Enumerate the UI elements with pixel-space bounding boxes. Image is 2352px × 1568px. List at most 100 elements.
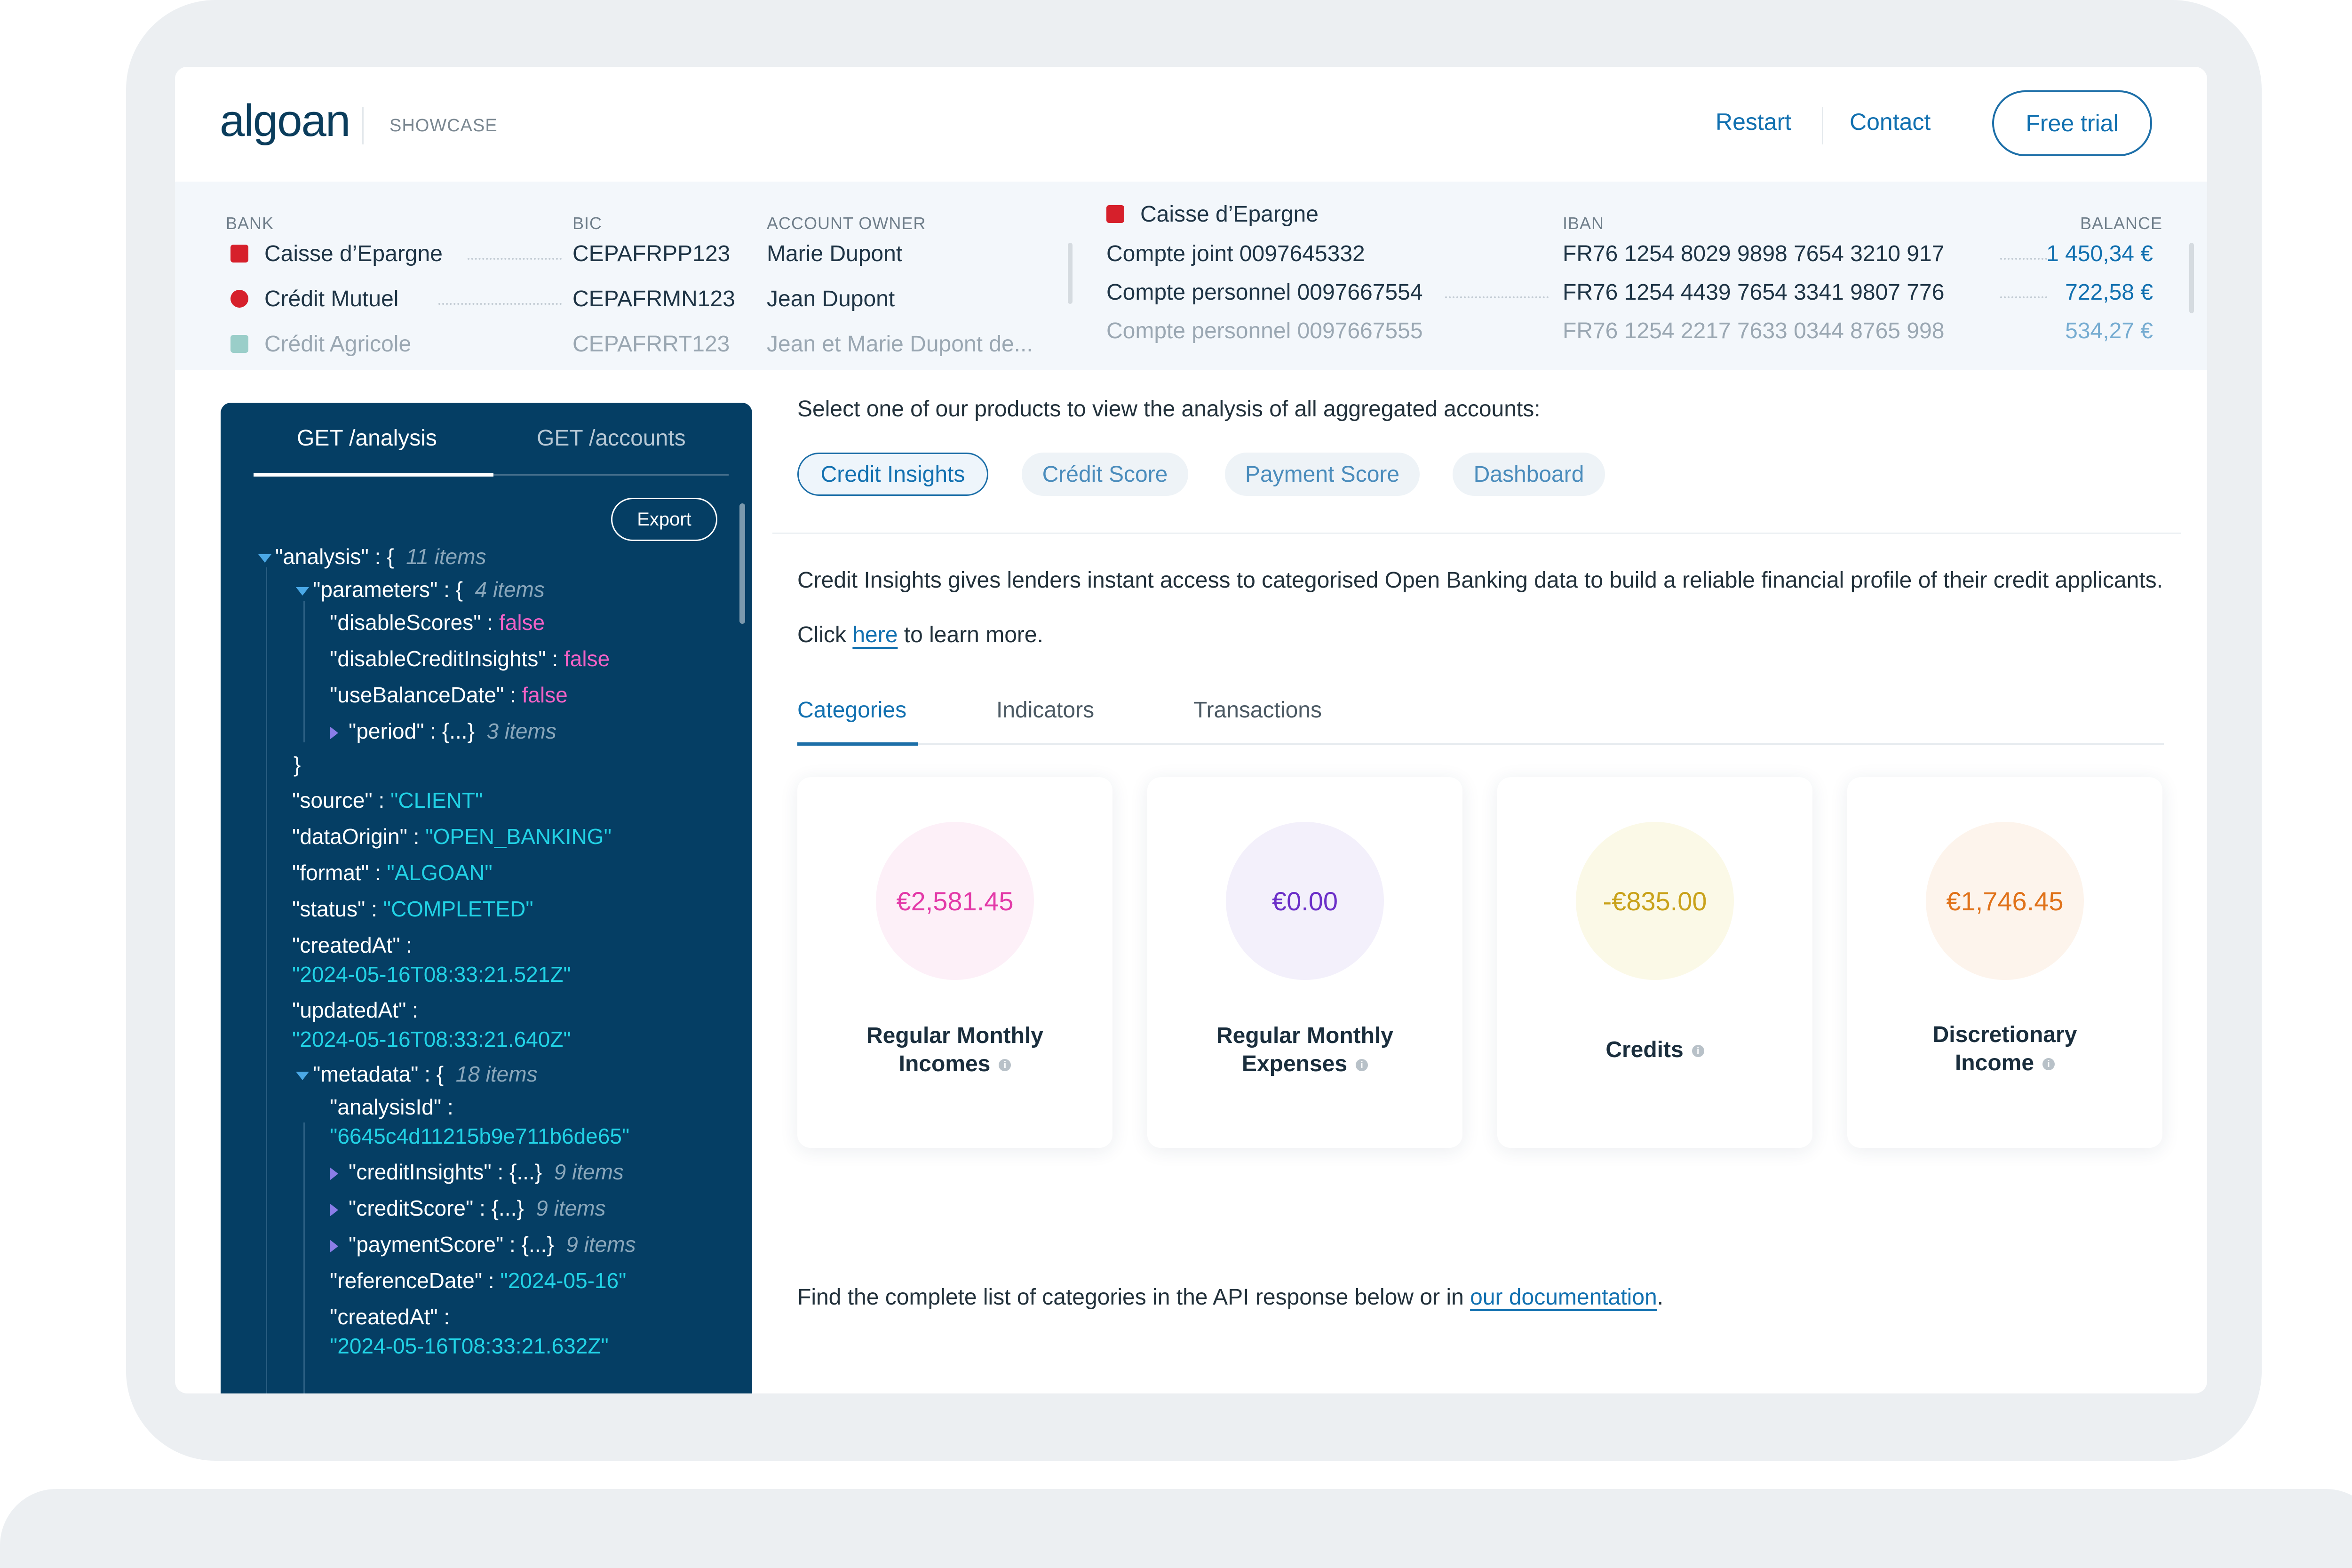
card-label: Regular Monthly Expenses i: [1147, 1022, 1462, 1078]
active-tab-indicator: [254, 473, 493, 477]
card-label-line2: Incomes: [898, 1051, 991, 1076]
category-card-discretionary[interactable]: €1,746.45 Discretionary Income i: [1847, 777, 2162, 1148]
account-name: Compte personnel 0097667555: [1106, 318, 1423, 343]
banks-scrollbar[interactable]: [1068, 243, 1073, 304]
bank-name: Crédit Mutuel: [264, 287, 399, 311]
accounts-scrollbar[interactable]: [2189, 243, 2194, 313]
json-line[interactable]: "analysis" : { 11 items: [258, 544, 486, 569]
card-label-line1: Regular Monthly: [1216, 1023, 1393, 1048]
collapse-arrow-icon[interactable]: [296, 587, 309, 596]
credit-mutuel-icon: [230, 290, 248, 308]
bank-bic: CEPAFRPP123: [572, 241, 731, 266]
account-iban: FR76 1254 4439 7654 3341 9807 776: [1563, 280, 1945, 305]
account-name: Compte personnel 0097667554: [1106, 280, 1423, 305]
json-line: "dataOrigin" : "OPEN_BANKING": [292, 824, 612, 849]
amount-circle: -€835.00: [1576, 822, 1734, 980]
json-line: "format" : "ALGOAN": [292, 860, 493, 885]
category-card-credits[interactable]: -€835.00 Credits i: [1497, 777, 1812, 1148]
balance-column-header: BALANCE: [2080, 214, 2163, 233]
tab-get-accounts[interactable]: GET /accounts: [537, 425, 686, 451]
bank-column-header: BANK: [226, 214, 274, 233]
expand-arrow-icon[interactable]: [330, 1203, 338, 1217]
selected-bank-icon: [1106, 205, 1124, 223]
tree-guide: [266, 567, 267, 1393]
expand-arrow-icon[interactable]: [330, 726, 338, 740]
expand-arrow-icon[interactable]: [330, 1239, 338, 1253]
learn-more-link[interactable]: here: [852, 622, 898, 647]
json-scrollbar[interactable]: [739, 503, 745, 624]
card-label-line1: Credits: [1605, 1037, 1684, 1062]
json-line: "status" : "COMPLETED": [292, 897, 533, 921]
tab-categories[interactable]: Categories: [797, 697, 906, 723]
category-card-incomes[interactable]: €2,581.45 Regular Monthly Incomes i: [797, 777, 1112, 1148]
learn-more-prefix: Click: [797, 622, 846, 647]
tab-get-analysis[interactable]: GET /analysis: [297, 425, 437, 451]
info-icon[interactable]: i: [999, 1059, 1011, 1072]
json-line: "2024-05-16T08:33:21.521Z": [292, 962, 571, 987]
json-line: "createdAt" :: [330, 1305, 450, 1329]
documentation-link[interactable]: our documentation: [1470, 1285, 1657, 1310]
tab-indicators[interactable]: Indicators: [996, 697, 1094, 723]
bic-column-header: BIC: [572, 214, 603, 233]
account-owner: Jean et Marie Dupont de...: [767, 332, 1033, 357]
product-dashboard[interactable]: Dashboard: [1453, 453, 1605, 496]
category-card-expenses[interactable]: €0.00 Regular Monthly Expenses i: [1147, 777, 1462, 1148]
section-label: SHOWCASE: [389, 116, 498, 135]
account-iban: FR76 1254 2217 7633 0344 8765 998: [1563, 318, 1945, 343]
account-balance: 722,58 €: [2065, 280, 2153, 305]
product-intro: Select one of our products to view the a…: [797, 397, 1541, 422]
json-line[interactable]: "parameters" : { 4 items: [296, 577, 545, 602]
json-line: "disableScores" : false: [330, 610, 545, 635]
json-line[interactable]: "creditInsights" : {...} 9 items: [330, 1159, 624, 1185]
active-sub-tab-indicator: [797, 742, 918, 746]
collapse-arrow-icon[interactable]: [296, 1071, 309, 1080]
export-button[interactable]: Export: [611, 498, 717, 541]
product-credit-insights[interactable]: Credit Insights: [797, 453, 988, 496]
amount-circle: €0.00: [1226, 822, 1384, 980]
algoan-logo[interactable]: algoan: [220, 95, 350, 147]
json-line: "source" : "CLIENT": [292, 788, 483, 812]
selected-bank-name: Caisse d’Epargne: [1140, 202, 1319, 227]
product-credit-score[interactable]: Crédit Score: [1022, 453, 1188, 496]
json-line: "2024-05-16T08:33:21.640Z": [292, 1027, 571, 1051]
app-window: algoan SHOWCASE Restart Contact Free tri…: [175, 67, 2207, 1393]
product-description: Credit Insights gives lenders instant ac…: [797, 568, 2163, 593]
iban-column-header: IBAN: [1563, 214, 1605, 233]
row-leader: [438, 303, 562, 305]
json-line: }: [294, 752, 301, 777]
bank-bic: CEPAFRRT123: [572, 332, 730, 357]
json-line[interactable]: "creditScore" : {...} 9 items: [330, 1195, 606, 1221]
json-line: "updatedAt" :: [292, 998, 418, 1022]
amount-circle: €1,746.45: [1926, 822, 2084, 980]
card-label-line2: Expenses: [1241, 1051, 1348, 1076]
restart-link[interactable]: Restart: [1716, 108, 1791, 135]
info-icon[interactable]: i: [1692, 1045, 1704, 1058]
card-label-line1: Regular Monthly: [866, 1023, 1043, 1048]
accounts-strip: BANK BIC ACCOUNT OWNER Caisse d’Epargne …: [175, 182, 2207, 370]
sub-tab-underline: [797, 743, 2164, 745]
contact-link[interactable]: Contact: [1850, 108, 1931, 135]
account-balance: 534,27 €: [2065, 318, 2153, 343]
learn-more-line: Click here to learn more.: [797, 622, 1043, 648]
json-line: "6645c4d11215b9e711b6de65": [330, 1124, 630, 1148]
learn-more-suffix: to learn more.: [904, 622, 1043, 647]
json-line: "referenceDate" : "2024-05-16": [330, 1268, 627, 1293]
json-line[interactable]: "period" : {...} 3 items: [330, 718, 556, 744]
account-iban: FR76 1254 8029 9898 7654 3210 917: [1563, 241, 1945, 266]
footer-end: .: [1657, 1285, 1664, 1310]
collapse-arrow-icon[interactable]: [258, 554, 271, 563]
json-line[interactable]: "metadata" : { 18 items: [296, 1061, 538, 1087]
info-icon[interactable]: i: [1356, 1059, 1368, 1072]
info-icon[interactable]: i: [2042, 1058, 2055, 1071]
account-name: Compte joint 0097645332: [1106, 241, 1365, 266]
card-label-line1: Discretionary: [1932, 1022, 2077, 1047]
json-line[interactable]: "paymentScore" : {...} 9 items: [330, 1232, 636, 1257]
expand-arrow-icon[interactable]: [330, 1167, 338, 1180]
free-trial-button[interactable]: Free trial: [1992, 90, 2152, 156]
credit-agricole-icon: [230, 335, 248, 353]
product-payment-score[interactable]: Payment Score: [1225, 453, 1420, 496]
footer-text: Find the complete list of categories in …: [797, 1285, 1464, 1310]
top-header: algoan SHOWCASE Restart Contact Free tri…: [175, 67, 2207, 182]
owner-column-header: ACCOUNT OWNER: [767, 214, 926, 233]
tab-transactions[interactable]: Transactions: [1193, 697, 1322, 723]
